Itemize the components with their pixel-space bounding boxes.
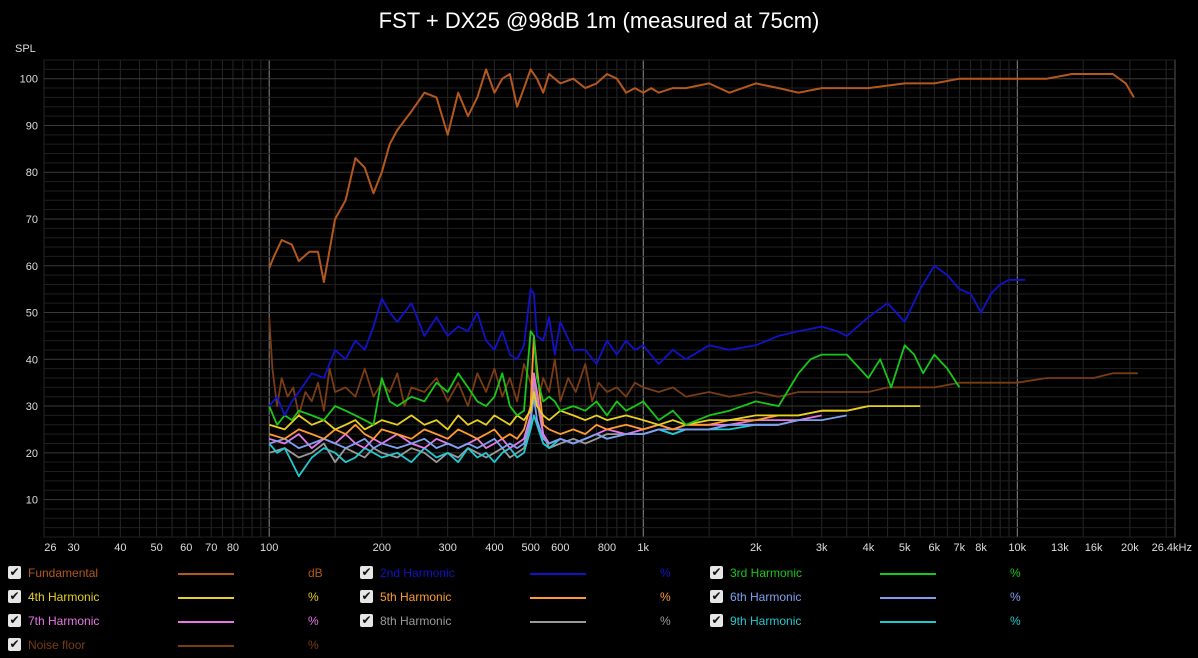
checkbox-2nd-harmonic[interactable]: ✔: [360, 566, 373, 579]
x-tick-label: 300: [438, 542, 456, 554]
legend-label: 6th Harmonic: [730, 590, 802, 604]
legend: ✔ Fundamental dB ✔ 2nd Harmonic% ✔ 3rd Harmoni…: [0, 560, 1198, 658]
x-tick-label: 8k: [975, 542, 987, 554]
x-tick-label: 30: [67, 542, 79, 554]
legend-swatch: [178, 621, 234, 623]
x-tick-label: 13k: [1051, 542, 1069, 554]
legend-swatch: [880, 597, 936, 599]
legend-label: 8th Harmonic: [380, 614, 452, 628]
legend-unit: %: [1010, 566, 1021, 580]
legend-swatch: [530, 621, 586, 623]
x-tick-label: 7k: [954, 542, 966, 554]
x-tick-label: 1k: [637, 542, 649, 554]
x-tick-label: 600: [551, 542, 569, 554]
legend-item-4th-harmonic[interactable]: ✔ 4th Harmonic%: [8, 586, 328, 608]
y-tick-label: 80: [26, 167, 38, 179]
x-tick-label: 16k: [1085, 542, 1103, 554]
x-tick-label: 60: [180, 542, 192, 554]
x-tick-label: 100: [260, 542, 278, 554]
legend-label: Fundamental: [28, 566, 99, 580]
checkbox-8th-harmonic[interactable]: ✔: [360, 614, 373, 627]
legend-label: 7th Harmonic: [28, 614, 100, 628]
y-tick-label: 90: [26, 120, 38, 132]
legend-unit: %: [660, 566, 671, 580]
checkbox-noise-floor[interactable]: ✔: [8, 638, 21, 651]
checkbox-3rd-harmonic[interactable]: ✔: [710, 566, 723, 579]
x-tick-label: 80: [227, 542, 239, 554]
legend-unit: %: [308, 638, 319, 652]
y-tick-label: 70: [26, 214, 38, 226]
legend-swatch: [178, 573, 234, 575]
x-tick-label: 40: [114, 542, 126, 554]
checkbox-7th-harmonic[interactable]: ✔: [8, 614, 21, 627]
legend-swatch: [178, 597, 234, 599]
legend-unit: dB: [308, 566, 323, 580]
y-tick-label: 30: [26, 401, 38, 413]
x-tick-label: 800: [598, 542, 616, 554]
x-tick-label: 26.4kHz: [1152, 542, 1192, 554]
legend-unit: %: [1010, 590, 1021, 604]
checkbox-9th-harmonic[interactable]: ✔: [710, 614, 723, 627]
x-tick-label: 70: [205, 542, 217, 554]
x-tick-label: 4k: [863, 542, 875, 554]
legend-unit: %: [308, 590, 319, 604]
legend-item-6th-harmonic[interactable]: ✔ 6th Harmonic%: [710, 586, 1030, 608]
y-tick-label: 60: [26, 261, 38, 273]
legend-label: 5th Harmonic: [380, 590, 452, 604]
checkbox-6th-harmonic[interactable]: ✔: [710, 590, 723, 603]
legend-unit: %: [308, 614, 319, 628]
checkbox-fundamental[interactable]: ✔: [8, 566, 21, 579]
x-tick-label: 500: [521, 542, 539, 554]
legend-label: 2nd Harmonic: [380, 566, 455, 580]
y-tick-label: 10: [26, 495, 38, 507]
y-tick-label: 20: [26, 448, 38, 460]
checkbox-5th-harmonic[interactable]: ✔: [360, 590, 373, 603]
legend-swatch: [530, 597, 586, 599]
legend-item-9th-harmonic[interactable]: ✔ 9th Harmonic%: [710, 610, 1030, 632]
x-tick-labels: 26 30 40 50 60 70 80 100 200 300 400 500 600 800 1k 2k 3…: [44, 542, 1192, 554]
y-tick-label: 40: [26, 354, 38, 366]
plot-area: [43, 59, 1176, 538]
legend-swatch: [530, 573, 586, 575]
legend-label: 4th Harmonic: [28, 590, 100, 604]
legend-item-3rd-harmonic[interactable]: ✔ 3rd Harmonic%: [710, 562, 1030, 584]
x-tick-label: 200: [373, 542, 391, 554]
x-tick-label: 3k: [816, 542, 828, 554]
x-tick-label: 2k: [750, 542, 762, 554]
chart-svg: 26 30 40 50 60 70 80 100 200 300 400 500 600 800 1k 2k 3…: [15, 43, 1192, 554]
x-tick-label: 10k: [1008, 542, 1026, 554]
legend-item-fundamental[interactable]: ✔ Fundamental dB: [8, 562, 328, 584]
legend-swatch: [880, 573, 936, 575]
x-tick-label: 26: [44, 542, 56, 554]
legend-unit: %: [660, 590, 671, 604]
x-tick-label: 400: [485, 542, 503, 554]
legend-item-2nd-harmonic[interactable]: ✔ 2nd Harmonic%: [360, 562, 680, 584]
legend-swatch: [178, 645, 234, 647]
legend-item-7th-harmonic[interactable]: ✔ 7th Harmonic%: [8, 610, 328, 632]
legend-unit: %: [660, 614, 671, 628]
legend-item-5th-harmonic[interactable]: ✔ 5th Harmonic%: [360, 586, 680, 608]
chart-title: FST + DX25 @98dB 1m (measured at 75cm): [378, 8, 820, 33]
y-tick-label: 50: [26, 308, 38, 320]
y-axis-label: SPL: [15, 43, 36, 55]
y-tick-label: 100: [20, 74, 38, 86]
checkbox-4th-harmonic[interactable]: ✔: [8, 590, 21, 603]
x-tick-label: 5k: [899, 542, 911, 554]
y-tick-labels: 10 20 30 40 50 60 70 80 90 100: [20, 74, 38, 507]
x-tick-label: 20k: [1121, 542, 1139, 554]
legend-swatch: [880, 621, 936, 623]
x-tick-label: 6k: [929, 542, 941, 554]
legend-label: 9th Harmonic: [730, 614, 802, 628]
legend-unit: %: [1010, 614, 1021, 628]
legend-label: Noise floor: [28, 638, 86, 652]
legend-item-8th-harmonic[interactable]: ✔ 8th Harmonic%: [360, 610, 680, 632]
x-tick-label: 50: [150, 542, 162, 554]
legend-label: 3rd Harmonic: [730, 566, 803, 580]
legend-item-noise-floor[interactable]: ✔ Noise floor%: [8, 634, 328, 656]
